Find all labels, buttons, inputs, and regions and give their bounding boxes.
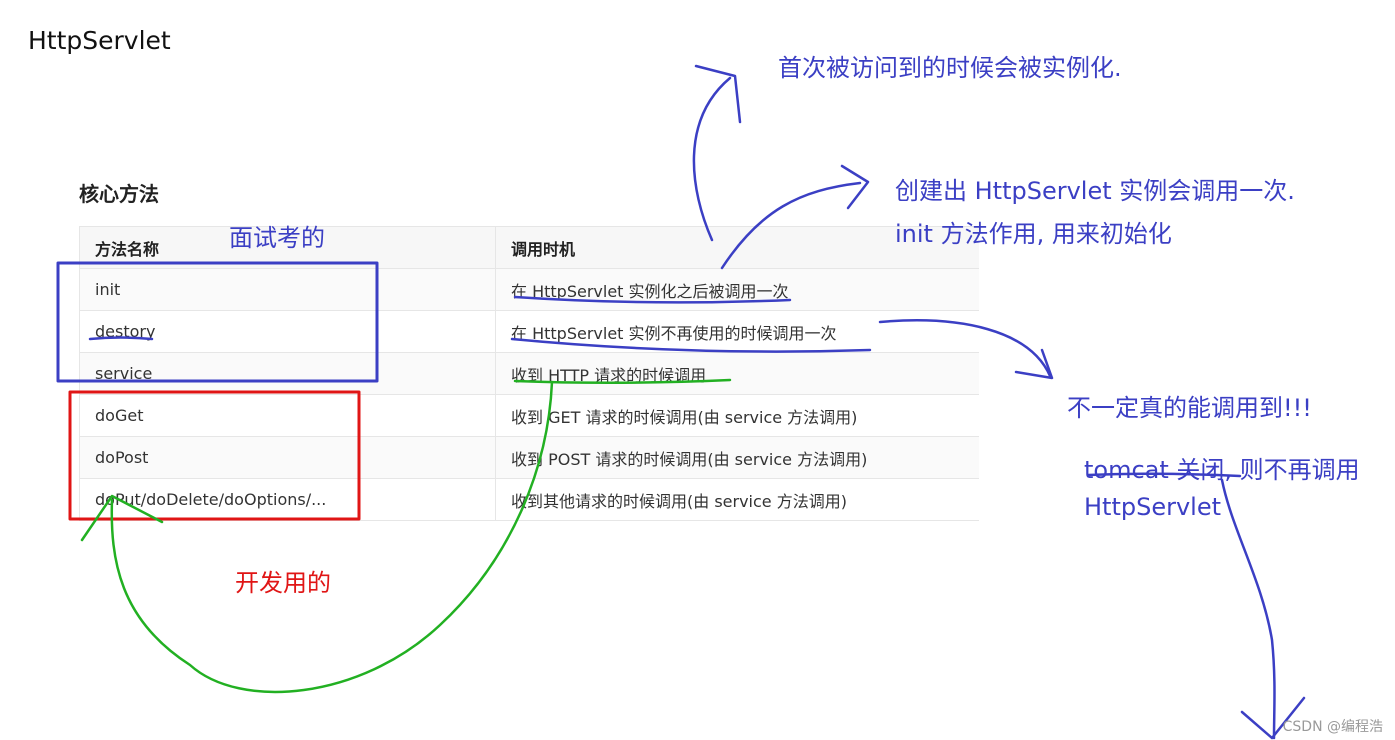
init-timing-underline xyxy=(513,295,792,304)
annotation-layer xyxy=(56,64,1306,740)
lifecycle-methods-box xyxy=(56,261,379,383)
development-methods-box xyxy=(68,390,361,521)
note-interview: 面试考的 xyxy=(229,224,325,252)
note-tomcat-line1: tomcat 关闭, 则不再调用 xyxy=(1084,456,1360,484)
note-not-guaranteed: 不一定真的能调用到!!! xyxy=(1067,394,1312,422)
destory-timing-underline xyxy=(510,337,872,353)
note-init-line1: 创建出 HttpServlet 实例会调用一次. xyxy=(895,177,1295,205)
note-first-access: 首次被访问到的时候会被实例化. xyxy=(778,54,1122,82)
first-access-arrow xyxy=(692,76,732,242)
service-timing-underline xyxy=(513,378,732,385)
note-tomcat-line2: HttpServlet xyxy=(1084,493,1222,521)
not-guaranteed-arrow xyxy=(878,319,1052,378)
watermark: CSDN @编程浩 xyxy=(1282,719,1383,735)
service-dispatch-arrow xyxy=(110,380,554,694)
destory-underline xyxy=(88,336,154,341)
tomcat-arrow xyxy=(1220,478,1276,740)
init-arrowhead xyxy=(840,164,870,210)
init-arrow xyxy=(720,181,862,270)
note-development: 开发用的 xyxy=(235,569,331,597)
note-init-line2: init 方法作用, 用来初始化 xyxy=(895,220,1172,248)
